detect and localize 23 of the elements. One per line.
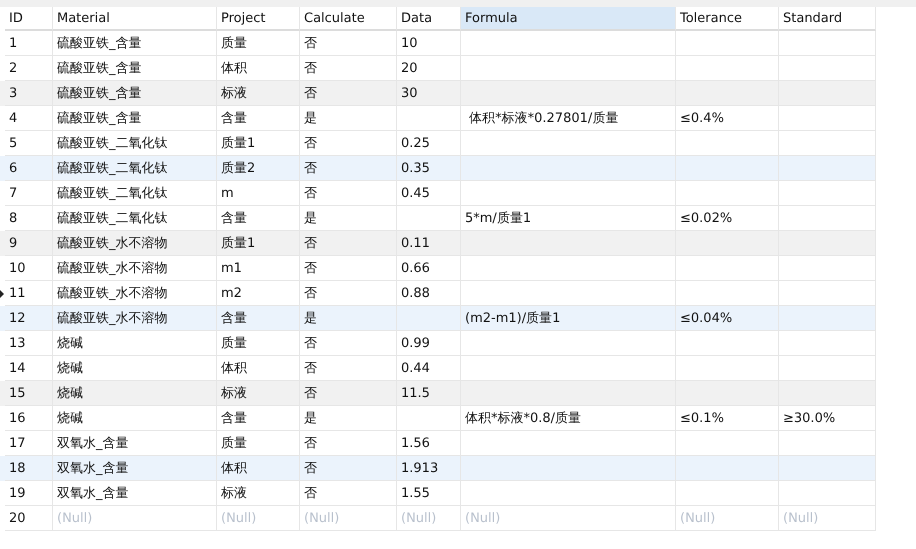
table-cell: (Null) xyxy=(53,506,217,531)
column-header[interactable]: Material xyxy=(53,7,217,31)
table-row[interactable]: 9 硫酸亚铁_水不溶物 质量1 否 0.11 xyxy=(0,231,876,256)
table-row[interactable]: 12 硫酸亚铁_水不溶物 含量 是 (m2-m1)/质量1 ≤0.04% xyxy=(0,306,876,331)
column-header[interactable]: Data xyxy=(397,7,461,31)
table-row[interactable]: 3 硫酸亚铁_含量 标液 否 30 xyxy=(0,81,876,106)
table-row[interactable]: 11 硫酸亚铁_水不溶物 m2 否 0.88 xyxy=(0,281,876,306)
table-cell: (Null) xyxy=(461,506,676,531)
column-header[interactable]: Standard xyxy=(779,7,876,31)
column-header[interactable]: ID xyxy=(5,7,53,31)
table-cell: (Null) xyxy=(779,506,876,531)
table-row[interactable]: 15 烧碱 标液 否 11.5 xyxy=(0,381,876,406)
table-row[interactable]: 6 硫酸亚铁_二氧化钛 质量2 否 0.35 xyxy=(0,156,876,181)
table-cell: (Null) xyxy=(676,506,779,531)
column-header[interactable]: Project xyxy=(217,7,300,31)
column-header[interactable]: Formula xyxy=(461,7,676,31)
column-header[interactable]: Calculate xyxy=(300,7,397,31)
table-row[interactable]: 18 双氧水_含量 体积 否 1.913 xyxy=(0,456,876,481)
table-cell: (Null) xyxy=(300,506,397,531)
table-cell: 20 xyxy=(5,506,53,531)
column-header[interactable]: Tolerance xyxy=(676,7,779,31)
table-cell: (Null) xyxy=(397,506,461,531)
table-cell: (Null) xyxy=(217,506,300,531)
